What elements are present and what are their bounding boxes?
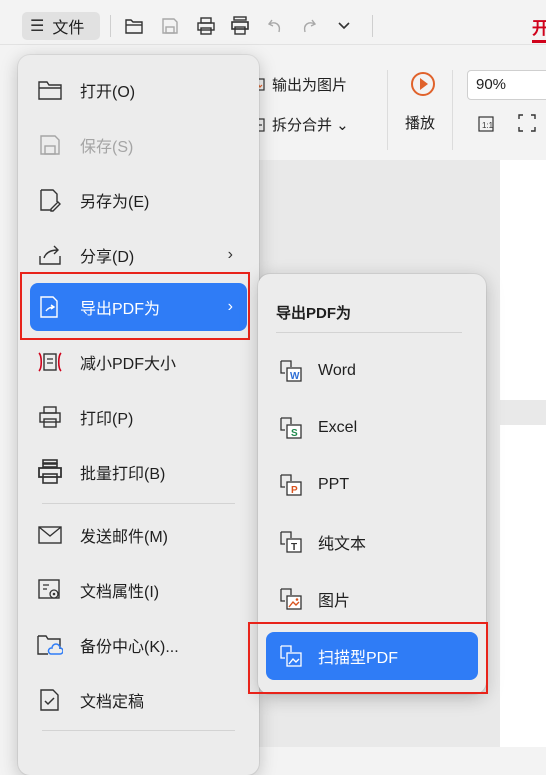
top-toolbar: ☰ 文件 开 (0, 0, 546, 45)
menu-item-open[interactable]: 打开(O) (30, 66, 247, 114)
menu-item-label: 发送邮件(M) (80, 529, 168, 546)
actual-size-icon[interactable]: 1:1 (478, 116, 494, 132)
undo-icon[interactable] (264, 14, 288, 38)
menu-divider (42, 730, 235, 731)
split-merge-label: 拆分合并 ⌄ (272, 117, 349, 134)
play-label[interactable]: 播放 (405, 112, 435, 133)
menu-item-doc-properties[interactable]: 文档属性(I) (30, 566, 247, 614)
submenu-item-ppt[interactable]: P PPT (266, 461, 478, 509)
batch-print-icon[interactable] (228, 14, 252, 38)
submenu-title: 导出PDF为 (276, 305, 352, 322)
submenu-item-image[interactable]: 图片 (266, 575, 478, 623)
finalize-icon (36, 686, 64, 714)
submenu-divider (276, 332, 462, 333)
menu-divider (42, 503, 235, 504)
submenu-item-label: PPT (318, 476, 350, 493)
fit-page-icon[interactable] (518, 114, 536, 132)
menu-item-label: 分享(D) (80, 249, 135, 266)
menu-item-send-mail[interactable]: 发送邮件(M) (30, 511, 247, 559)
submenu-item-excel[interactable]: S Excel (266, 404, 478, 452)
text-file-icon: T (278, 529, 304, 555)
svg-text:W: W (290, 371, 300, 382)
menu-item-save[interactable]: 保存(S) (30, 121, 247, 169)
document-page (500, 425, 546, 747)
split-merge-button[interactable]: 拆分合并 ⌄ (252, 114, 349, 135)
play-icon[interactable] (411, 72, 435, 96)
menu-item-label: 另存为(E) (80, 194, 150, 211)
folder-open-icon[interactable] (122, 14, 146, 38)
ribbon-divider (452, 70, 453, 150)
svg-text:1:1: 1:1 (482, 121, 494, 130)
file-menu-label: 文件 (52, 20, 85, 37)
menu-item-label: 批量打印(B) (80, 466, 166, 483)
compress-icon (36, 348, 64, 376)
file-dropdown-menu: 打开(O) 保存(S) 另存为(E) 分享(D) › 导出PDF为 › 减小PD… (18, 55, 259, 775)
save-icon[interactable] (158, 14, 182, 38)
chevron-right-icon: › (227, 246, 233, 263)
ppt-file-icon: P (278, 472, 304, 498)
print-icon (36, 403, 64, 431)
highlight-box-export-pdf (20, 272, 250, 340)
file-menu-button[interactable]: ☰ 文件 (22, 12, 100, 40)
highlight-box-scan-pdf (248, 622, 488, 694)
svg-text:S: S (291, 428, 298, 439)
menu-item-label: 打开(O) (80, 84, 136, 101)
image-file-icon (278, 586, 304, 612)
chevron-down-icon[interactable] (332, 14, 356, 38)
toolbar-divider (372, 15, 373, 37)
document-page (500, 160, 546, 400)
save-as-icon (36, 186, 64, 214)
menu-item-finalize[interactable]: 文档定稿 (30, 676, 247, 724)
batch-print-icon (36, 458, 64, 486)
backup-cloud-icon (36, 631, 64, 659)
zoom-input[interactable]: 90% (467, 70, 546, 100)
menu-item-label: 文档定稿 (80, 694, 145, 711)
save-icon (36, 131, 64, 159)
properties-icon (36, 576, 64, 604)
submenu-item-plain-text[interactable]: T 纯文本 (266, 518, 478, 566)
menu-item-label: 减小PDF大小 (80, 356, 177, 373)
menu-item-label: 备份中心(K)... (80, 639, 179, 656)
excel-file-icon: S (278, 415, 304, 441)
menu-item-save-as[interactable]: 另存为(E) (30, 176, 247, 224)
submenu-item-label: Word (318, 362, 356, 379)
print-icon[interactable] (194, 14, 218, 38)
folder-open-icon (36, 76, 64, 104)
hamburger-icon: ☰ (30, 18, 45, 35)
submenu-item-label: 图片 (318, 593, 351, 610)
active-tab-indicator (532, 40, 546, 43)
word-file-icon: W (278, 358, 304, 384)
export-image-label: 输出为图片 (272, 77, 348, 94)
export-image-button[interactable]: 输出为图片 (252, 74, 347, 95)
menu-item-print[interactable]: 打印(P) (30, 393, 247, 441)
menu-item-label: 文档属性(I) (80, 584, 160, 601)
submenu-item-word[interactable]: W Word (266, 347, 478, 395)
menu-item-label: 打印(P) (80, 411, 134, 428)
menu-item-batch-print[interactable]: 批量打印(B) (30, 448, 247, 496)
submenu-item-label: Excel (318, 419, 358, 436)
mail-icon (36, 521, 64, 549)
menu-item-compress-pdf[interactable]: 减小PDF大小 (30, 338, 247, 386)
svg-text:T: T (291, 542, 297, 553)
redo-icon[interactable] (296, 14, 320, 38)
tab-start[interactable]: 开 (532, 14, 546, 39)
menu-item-label: 保存(S) (80, 139, 134, 156)
svg-text:P: P (291, 485, 298, 496)
share-icon (36, 241, 64, 269)
ribbon-divider (387, 70, 388, 150)
submenu-item-label: 纯文本 (318, 536, 367, 553)
toolbar-divider (110, 15, 111, 37)
menu-item-backup-center[interactable]: 备份中心(K)... (30, 621, 247, 669)
